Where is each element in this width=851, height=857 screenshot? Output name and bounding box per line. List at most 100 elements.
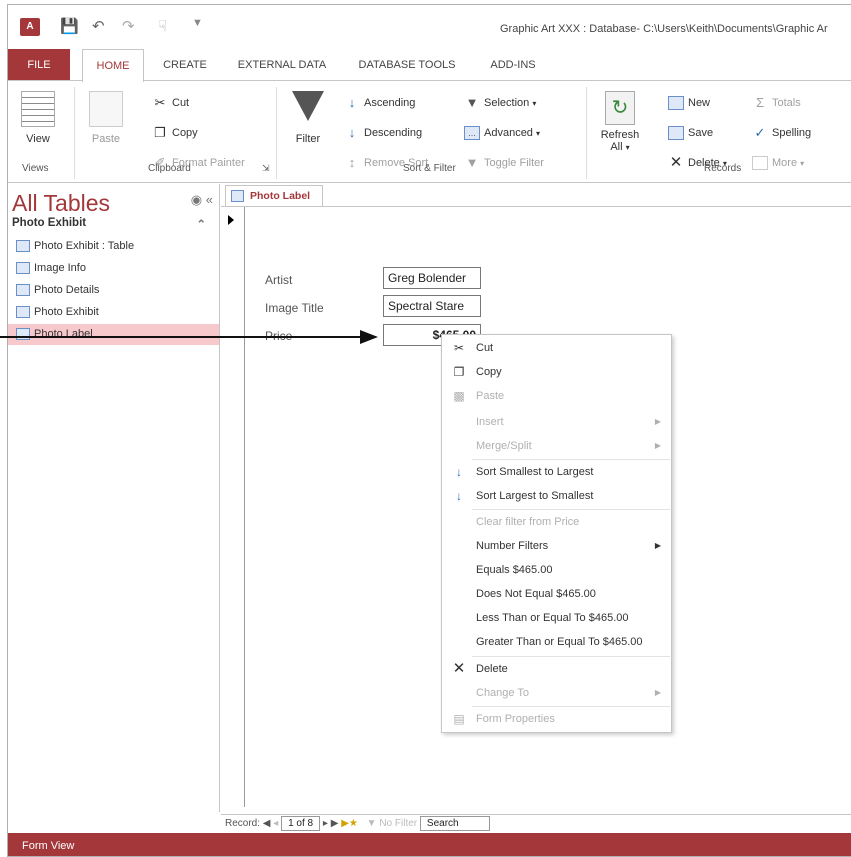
menu-item-equals[interactable]: Equals $465.00 [442, 558, 671, 582]
menu-item-label: Less Than or Equal To $465.00 [476, 612, 629, 624]
view-button-label: View [26, 133, 50, 145]
refresh-icon: ↻ [605, 91, 635, 125]
group-label-records: Records [704, 163, 742, 174]
spelling-button[interactable]: ✓ Spelling [752, 126, 812, 140]
save-record-button[interactable]: Save [668, 126, 713, 140]
no-filter-icon: ▼ [366, 818, 377, 829]
nav-item-photo-label[interactable]: Photo Label [8, 324, 219, 345]
menu-item-number-filters[interactable]: Number Filters ▶ [442, 534, 671, 558]
context-menu: ✂ Cut ❐ Copy ▩ Paste Insert ▶ Merge/Split ▶ ↓… [441, 334, 672, 733]
copy-icon: ❐ [453, 365, 465, 379]
nav-pane-title[interactable]: All Tables [12, 190, 110, 217]
nav-pane-controls: ◉ « [191, 192, 213, 208]
tab-database-tools[interactable]: DATABASE TOOLS [348, 49, 466, 81]
tab-external-data[interactable]: EXTERNAL DATA [230, 49, 334, 81]
menu-item-label: Greater Than or Equal To $465.00 [476, 636, 643, 648]
descending-button[interactable]: ↓ Descending [344, 126, 422, 140]
record-selector[interactable] [221, 207, 245, 807]
current-record-field[interactable]: 1 of 8 [281, 815, 321, 831]
access-window: A 💾 ↶ ↷ ☟ ▼ Graphic Art XXX : Database- … [7, 4, 851, 857]
no-filter-button[interactable]: ▼ No Filter [367, 818, 417, 829]
touch-mode-icon[interactable]: ☟ [158, 17, 167, 35]
menu-item-label: Merge/Split [476, 440, 532, 452]
artist-field[interactable]: Greg Bolender [383, 267, 481, 289]
submenu-arrow-icon: ▶ [654, 441, 661, 450]
group-label-clipboard: Clipboard [148, 163, 191, 174]
spelling-label: Spelling [772, 126, 812, 139]
menu-item-greater-than-or-equal[interactable]: Greater Than or Equal To $465.00 [442, 630, 671, 654]
menu-item-change-to[interactable]: Change To ▶ [442, 681, 671, 705]
undo-icon[interactable]: ↶ [92, 17, 105, 35]
menu-item-form-properties[interactable]: ▤ Form Properties [442, 707, 671, 731]
more-button[interactable]: More ▾ [752, 156, 804, 170]
form-icon [16, 328, 30, 340]
refresh-all-button[interactable]: ↻ Refresh All ▾ [598, 91, 642, 153]
menu-item-label: Clear filter from Price [476, 516, 580, 528]
filter-button[interactable]: Filter [286, 91, 330, 145]
shutter-bar-close-icon[interactable]: « [206, 192, 213, 207]
image-title-field[interactable]: Spectral Stare [383, 295, 481, 317]
toggle-filter-button[interactable]: ▼ Toggle Filter [464, 156, 544, 170]
nav-item-photo-exhibit-table[interactable]: Photo Exhibit : Table [8, 236, 219, 257]
selection-button[interactable]: ▼ Selection ▾ [464, 96, 537, 110]
submenu-arrow-icon: ▶ [654, 541, 661, 550]
dropdown-arrow-icon: ▾ [536, 128, 541, 138]
last-record-icon[interactable]: ▶ [331, 818, 339, 829]
menu-item-delete[interactable]: ✕ Delete [442, 657, 671, 681]
menu-item-paste[interactable]: ▩ Paste [442, 384, 671, 408]
scissors-icon: ✂ [453, 341, 465, 355]
nav-item-photo-exhibit[interactable]: Photo Exhibit [8, 302, 219, 323]
next-record-icon[interactable]: ▸ [323, 818, 328, 829]
tab-create[interactable]: CREATE [156, 49, 214, 81]
collapse-group-icon[interactable]: ⌃ [196, 217, 206, 231]
menu-item-sort-descending[interactable]: ↓ Sort Largest to Smallest [442, 484, 671, 508]
sort-ascending-icon: ↓ [348, 95, 356, 110]
customize-qat-icon[interactable]: ▼ [192, 17, 203, 29]
current-record-icon [228, 215, 234, 225]
record-search-input[interactable]: Search [419, 815, 490, 831]
ascending-button[interactable]: ↓ Ascending [344, 95, 416, 110]
redo-icon[interactable]: ↷ [122, 17, 135, 35]
view-button[interactable]: View [14, 91, 62, 145]
dropdown-arrow-icon: ▾ [800, 158, 805, 168]
nav-menu-chevron-icon[interactable]: ◉ [191, 192, 202, 207]
copy-button[interactable]: ❐ Copy [152, 126, 198, 140]
menu-item-clear-filter[interactable]: Clear filter from Price [442, 510, 671, 534]
nav-item-image-info[interactable]: Image Info [8, 258, 219, 279]
sort-descending-icon: ↓ [456, 489, 462, 503]
first-record-icon[interactable]: ◀ [263, 818, 271, 829]
image-title-label: Image Title [265, 301, 324, 315]
new-record-button[interactable]: New [668, 96, 710, 110]
tab-file[interactable]: FILE [8, 49, 70, 81]
menu-item-cut[interactable]: ✂ Cut [442, 336, 671, 360]
menu-item-label: Copy [476, 366, 502, 378]
menu-item-label: Cut [476, 342, 494, 354]
paste-button[interactable]: Paste [80, 91, 132, 145]
nav-item-label: Photo Label [34, 328, 93, 340]
form-icon [16, 284, 30, 296]
navigation-pane: All Tables ◉ « Photo Exhibit ⌃ Photo Exhi… [8, 184, 220, 812]
menu-item-merge-split[interactable]: Merge/Split ▶ [442, 434, 671, 458]
nav-item-photo-details[interactable]: Photo Details [8, 280, 219, 301]
menu-item-sort-ascending[interactable]: ↓ Sort Smallest to Largest [442, 460, 671, 484]
more-icon [752, 156, 768, 170]
totals-button[interactable]: Σ Totals [752, 96, 801, 110]
previous-record-icon[interactable]: ◂ [273, 818, 278, 829]
advanced-button[interactable]: … Advanced ▾ [464, 126, 540, 140]
save-icon[interactable]: 💾 [60, 17, 79, 35]
submenu-arrow-icon: ▶ [654, 688, 661, 697]
delete-x-icon: ✕ [452, 660, 466, 677]
menu-item-does-not-equal[interactable]: Does Not Equal $465.00 [442, 582, 671, 606]
menu-item-insert[interactable]: Insert ▶ [442, 410, 671, 434]
tab-add-ins[interactable]: ADD-INS [480, 49, 546, 81]
menu-item-copy[interactable]: ❐ Copy [442, 360, 671, 384]
copy-label: Copy [172, 126, 198, 139]
cut-button[interactable]: ✂ Cut [152, 96, 190, 110]
tab-home[interactable]: HOME [82, 49, 144, 82]
access-app-icon[interactable]: A [20, 18, 40, 36]
nav-group-header[interactable]: Photo Exhibit ⌃ [12, 217, 212, 231]
new-record-nav-icon[interactable]: ▶★ [341, 818, 358, 829]
menu-item-less-than-or-equal[interactable]: Less Than or Equal To $465.00 [442, 606, 671, 630]
dialog-launcher-icon[interactable]: ⇲ [262, 163, 270, 174]
document-tab-photo-label[interactable]: Photo Label [225, 185, 324, 207]
